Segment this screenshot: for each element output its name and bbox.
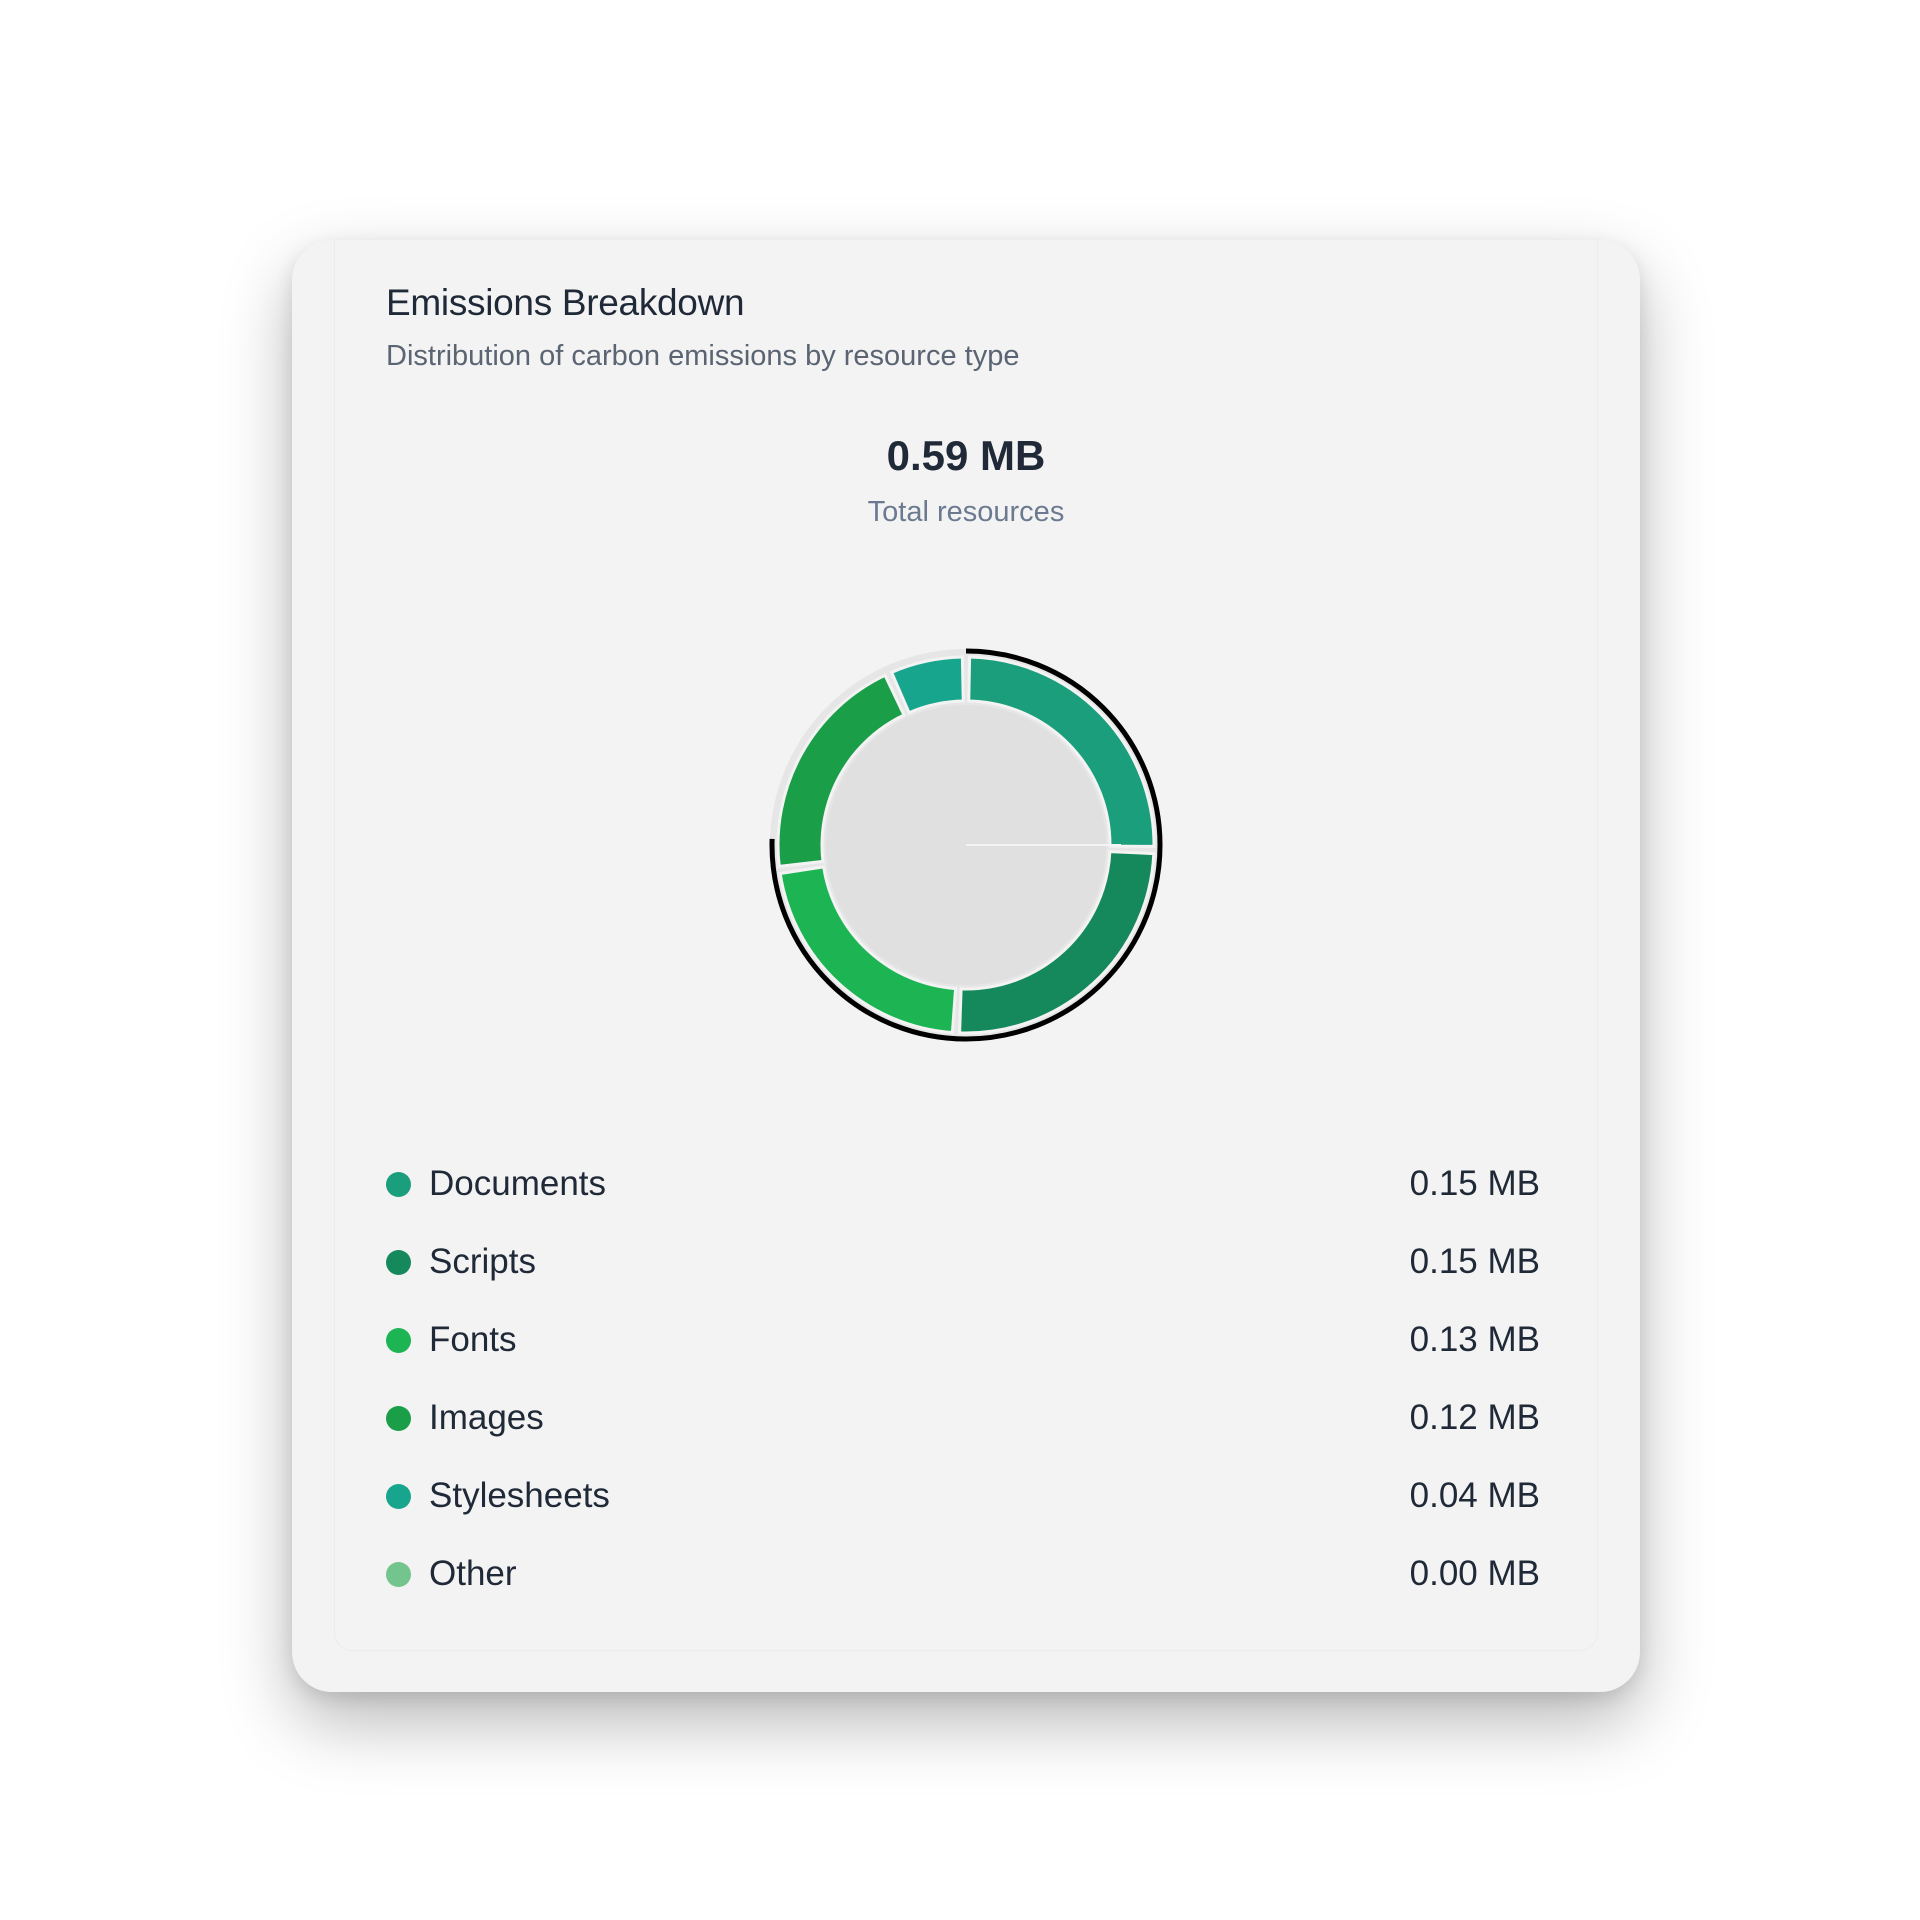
legend-label: Scripts	[429, 1242, 536, 1281]
emissions-donut-chart	[769, 648, 1163, 1042]
legend-value: 0.15 MB	[1409, 1242, 1540, 1281]
legend-label: Images	[429, 1398, 544, 1437]
legend-value: 0.00 MB	[1409, 1554, 1540, 1593]
legend-label: Other	[429, 1554, 517, 1593]
card-title: Emissions Breakdown	[386, 282, 745, 323]
legend-value: 0.13 MB	[1409, 1320, 1540, 1359]
legend-item-fonts[interactable]: Fonts 0.13 MB	[386, 1301, 1540, 1379]
card-subtitle: Distribution of carbon emissions by reso…	[386, 340, 1020, 372]
legend-value: 0.15 MB	[1409, 1164, 1540, 1203]
legend-label: Documents	[429, 1164, 607, 1203]
legend-value: 0.04 MB	[1409, 1476, 1540, 1515]
legend-item-other[interactable]: Other 0.00 MB	[386, 1535, 1540, 1613]
legend-item-stylesheets[interactable]: Stylesheets 0.04 MB	[386, 1457, 1540, 1535]
legend-dot-icon	[386, 1249, 411, 1275]
emissions-breakdown-card: Emissions Breakdown Distribution of carb…	[292, 240, 1640, 1692]
legend-item-scripts[interactable]: Scripts 0.15 MB	[386, 1223, 1540, 1301]
legend-label: Fonts	[429, 1320, 517, 1359]
legend-item-documents[interactable]: Documents 0.15 MB	[386, 1145, 1540, 1223]
legend-dot-icon	[386, 1405, 411, 1431]
total-resources-label: Total resources	[867, 496, 1065, 528]
legend-label: Stylesheets	[429, 1476, 610, 1515]
legend-dot-icon	[386, 1171, 411, 1197]
legend: Documents 0.15 MB Scripts 0.15 MB Fonts …	[386, 1145, 1540, 1613]
legend-dot-icon	[386, 1561, 411, 1587]
legend-dot-icon	[386, 1327, 411, 1353]
legend-item-images[interactable]: Images 0.12 MB	[386, 1379, 1540, 1457]
legend-value: 0.12 MB	[1409, 1398, 1540, 1437]
legend-dot-icon	[386, 1483, 411, 1509]
total-resources-value: 0.59 MB	[886, 432, 1046, 479]
